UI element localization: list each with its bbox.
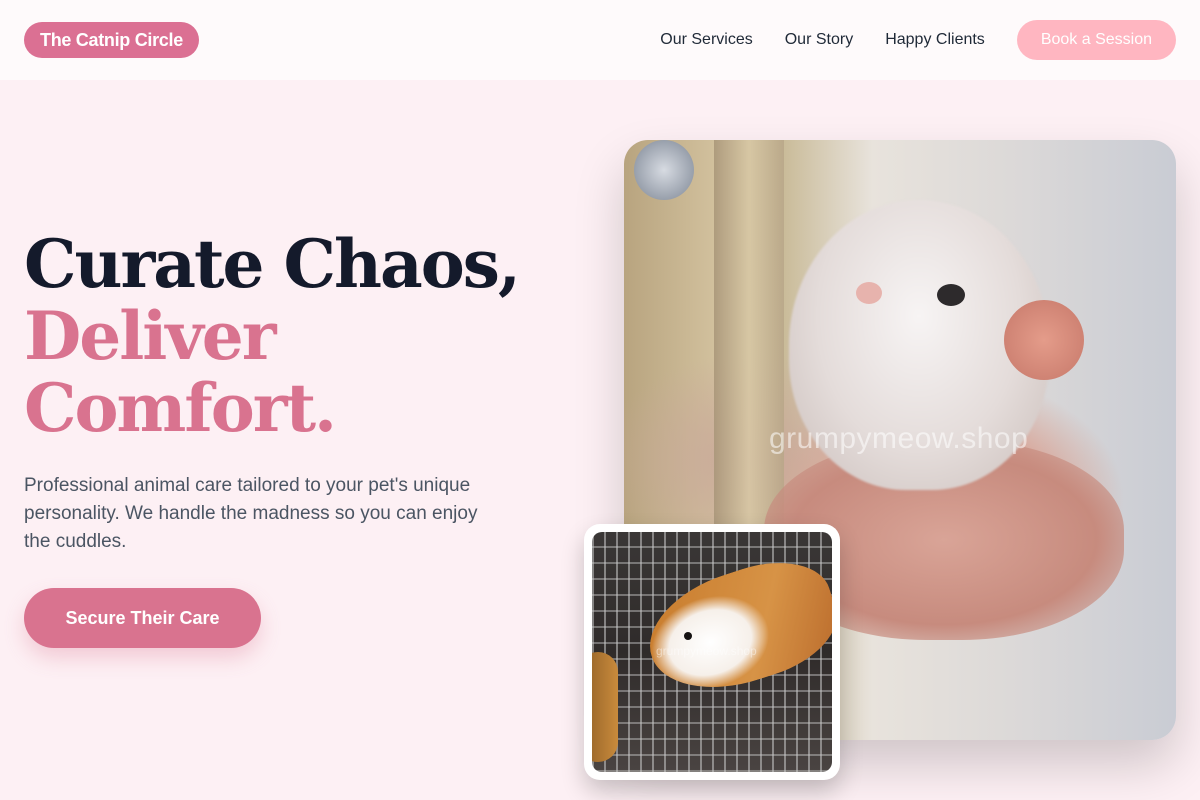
- hero-description: Professional animal care tailored to you…: [24, 475, 478, 552]
- hero-headline: Curate Chaos, Deliver Comfort.: [24, 225, 521, 447]
- nav-link-clients[interactable]: Happy Clients: [885, 31, 985, 49]
- site-header: The Catnip Circle Our Services Our Story…: [0, 0, 1200, 80]
- main-nav: Our Services Our Story Happy Clients Boo…: [660, 20, 1176, 60]
- photo-watermark: grumpymeow.shop: [769, 422, 1029, 455]
- guinea-pig-photo: grumpymeow.shop: [592, 532, 832, 772]
- food-bowl: [592, 652, 618, 762]
- headline-line-2: Deliver: [24, 297, 276, 375]
- guinea-pig-shape: [634, 545, 832, 709]
- cage-knob: [634, 140, 694, 200]
- site-logo[interactable]: The Catnip Circle: [24, 22, 199, 58]
- hamster-nose: [856, 282, 882, 304]
- headline-line-1: Curate Chaos,: [24, 225, 521, 303]
- secure-care-button[interactable]: Secure Their Care: [24, 588, 261, 648]
- nav-link-story[interactable]: Our Story: [785, 31, 853, 49]
- guinea-pig-photo-card: grumpymeow.shop: [584, 524, 840, 780]
- book-session-button[interactable]: Book a Session: [1016, 20, 1176, 60]
- photo-watermark-small: grumpymeow.shop: [656, 644, 757, 658]
- headline-line-3: Comfort.: [24, 369, 337, 447]
- hamster-eye: [937, 284, 965, 306]
- nav-link-services[interactable]: Our Services: [660, 31, 752, 49]
- guinea-pig-eye: [684, 632, 692, 640]
- hamster-ear: [1004, 300, 1084, 380]
